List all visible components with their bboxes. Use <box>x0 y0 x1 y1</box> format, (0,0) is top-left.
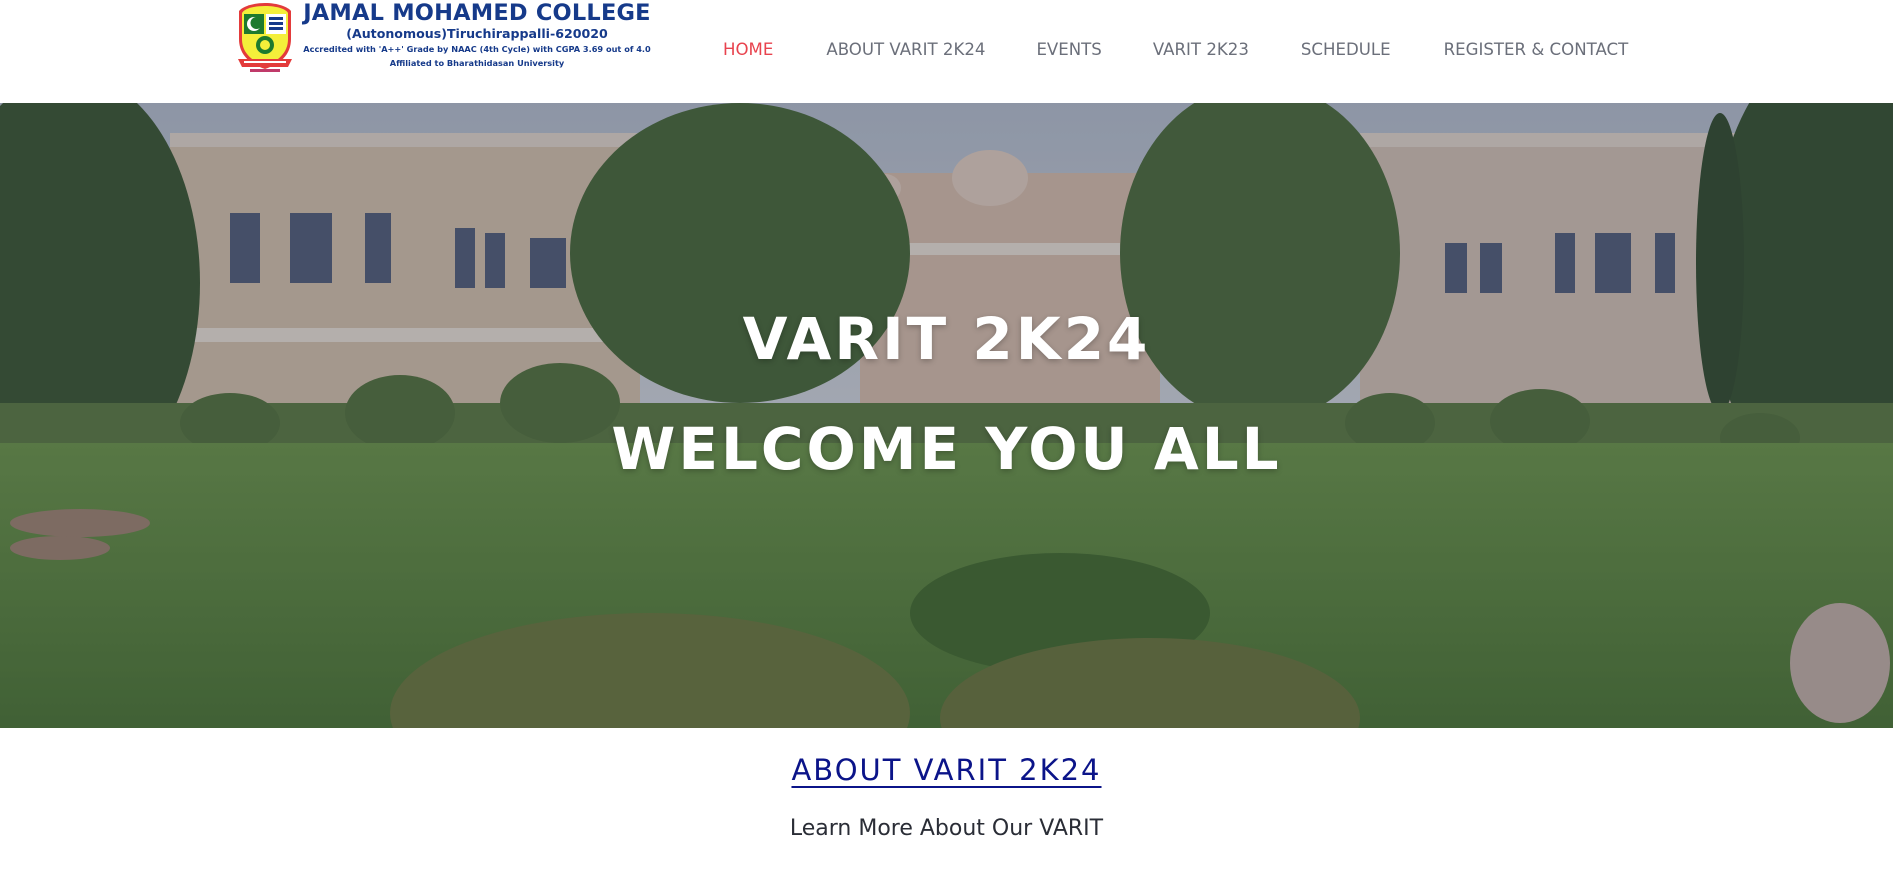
hero-banner: VARIT 2K24 WELCOME YOU ALL <box>0 103 1893 728</box>
about-section-heading: ABOUT VARIT 2K24 <box>0 748 1893 792</box>
nav-schedule-link[interactable]: SCHEDULE <box>1301 38 1391 62</box>
hero-subtitle: WELCOME YOU ALL <box>611 415 1282 483</box>
college-name-block: JAMAL MOHAMED COLLEGE (Autonomous)Tiruch… <box>302 0 652 70</box>
main-nav: HOME ABOUT VARIT 2K24 EVENTS VARIT 2K23 … <box>723 38 1628 62</box>
nav-register-contact-link[interactable]: REGISTER & CONTACT <box>1444 38 1629 62</box>
nav-events-link[interactable]: EVENTS <box>1036 38 1101 62</box>
about-lead-text: Learn More About Our VARIT <box>789 816 1104 841</box>
nav-about-link[interactable]: ABOUT VARIT 2K24 <box>826 38 985 62</box>
nav-varit-2k23-link[interactable]: VARIT 2K23 <box>1153 38 1249 62</box>
college-name: JAMAL MOHAMED COLLEGE <box>303 0 651 26</box>
nav-home-link[interactable]: HOME <box>723 38 773 62</box>
hero-title: VARIT 2K24 <box>742 305 1151 373</box>
college-crest-icon <box>238 3 292 72</box>
site-header: JAMAL MOHAMED COLLEGE (Autonomous)Tiruch… <box>0 0 1893 103</box>
college-affiliation: Affiliated to Bharathidasan University <box>389 58 565 68</box>
college-accreditation: Accredited with 'A++' Grade by NAAC (4th… <box>303 44 651 54</box>
about-heading-link[interactable]: ABOUT VARIT 2K24 <box>791 753 1101 787</box>
college-brand[interactable]: JAMAL MOHAMED COLLEGE (Autonomous)Tiruch… <box>236 0 652 75</box>
college-subtitle: (Autonomous)Tiruchirappalli-620020 <box>346 26 608 41</box>
